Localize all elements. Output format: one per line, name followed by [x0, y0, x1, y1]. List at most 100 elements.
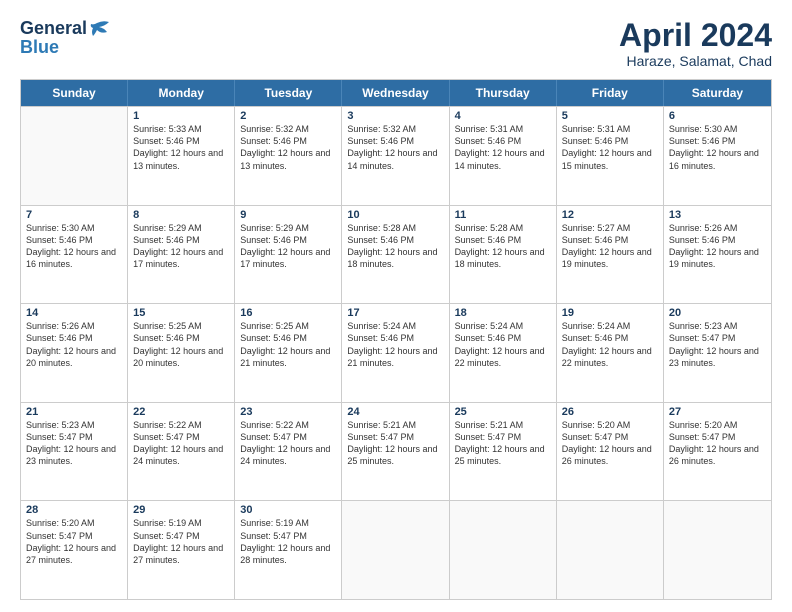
cell-info: Sunrise: 5:30 AMSunset: 5:46 PMDaylight:…: [26, 222, 122, 271]
day-number: 17: [347, 307, 443, 319]
calendar-cell: 28Sunrise: 5:20 AMSunset: 5:47 PMDayligh…: [21, 501, 128, 599]
calendar-header: SundayMondayTuesdayWednesdayThursdayFrid…: [21, 80, 771, 106]
cell-info: Sunrise: 5:21 AMSunset: 5:47 PMDaylight:…: [347, 419, 443, 468]
calendar-cell: 26Sunrise: 5:20 AMSunset: 5:47 PMDayligh…: [557, 403, 664, 501]
day-number: 19: [562, 307, 658, 319]
cell-info: Sunrise: 5:31 AMSunset: 5:46 PMDaylight:…: [562, 123, 658, 172]
calendar-cell: 14Sunrise: 5:26 AMSunset: 5:46 PMDayligh…: [21, 304, 128, 402]
calendar-cell: 23Sunrise: 5:22 AMSunset: 5:47 PMDayligh…: [235, 403, 342, 501]
cell-info: Sunrise: 5:19 AMSunset: 5:47 PMDaylight:…: [240, 517, 336, 566]
day-number: 22: [133, 406, 229, 418]
calendar-cell: 8Sunrise: 5:29 AMSunset: 5:46 PMDaylight…: [128, 206, 235, 304]
subtitle: Haraze, Salamat, Chad: [619, 53, 772, 69]
day-number: 12: [562, 209, 658, 221]
day-number: 24: [347, 406, 443, 418]
day-number: 8: [133, 209, 229, 221]
header-day-saturday: Saturday: [664, 80, 771, 106]
day-number: 2: [240, 110, 336, 122]
header-day-sunday: Sunday: [21, 80, 128, 106]
calendar-cell: 4Sunrise: 5:31 AMSunset: 5:46 PMDaylight…: [450, 107, 557, 205]
calendar-cell: 20Sunrise: 5:23 AMSunset: 5:47 PMDayligh…: [664, 304, 771, 402]
calendar-cell: 21Sunrise: 5:23 AMSunset: 5:47 PMDayligh…: [21, 403, 128, 501]
calendar-body: 1Sunrise: 5:33 AMSunset: 5:46 PMDaylight…: [21, 106, 771, 599]
cell-info: Sunrise: 5:20 AMSunset: 5:47 PMDaylight:…: [26, 517, 122, 566]
day-number: 15: [133, 307, 229, 319]
calendar-row-4: 28Sunrise: 5:20 AMSunset: 5:47 PMDayligh…: [21, 500, 771, 599]
calendar-cell: 10Sunrise: 5:28 AMSunset: 5:46 PMDayligh…: [342, 206, 449, 304]
day-number: 29: [133, 504, 229, 516]
cell-info: Sunrise: 5:26 AMSunset: 5:46 PMDaylight:…: [669, 222, 766, 271]
cell-info: Sunrise: 5:24 AMSunset: 5:46 PMDaylight:…: [562, 320, 658, 369]
logo-blue: Blue: [20, 37, 59, 58]
header-day-friday: Friday: [557, 80, 664, 106]
calendar-cell: 17Sunrise: 5:24 AMSunset: 5:46 PMDayligh…: [342, 304, 449, 402]
calendar: SundayMondayTuesdayWednesdayThursdayFrid…: [20, 79, 772, 600]
cell-info: Sunrise: 5:30 AMSunset: 5:46 PMDaylight:…: [669, 123, 766, 172]
calendar-cell: 24Sunrise: 5:21 AMSunset: 5:47 PMDayligh…: [342, 403, 449, 501]
day-number: 23: [240, 406, 336, 418]
cell-info: Sunrise: 5:28 AMSunset: 5:46 PMDaylight:…: [455, 222, 551, 271]
page: General Blue April 2024 Haraze, Salamat,…: [0, 0, 792, 612]
calendar-row-1: 7Sunrise: 5:30 AMSunset: 5:46 PMDaylight…: [21, 205, 771, 304]
day-number: 13: [669, 209, 766, 221]
logo-bird-icon: [89, 20, 111, 38]
cell-info: Sunrise: 5:23 AMSunset: 5:47 PMDaylight:…: [26, 419, 122, 468]
logo-general: General: [20, 18, 87, 39]
day-number: 30: [240, 504, 336, 516]
cell-info: Sunrise: 5:32 AMSunset: 5:46 PMDaylight:…: [347, 123, 443, 172]
calendar-cell: 18Sunrise: 5:24 AMSunset: 5:46 PMDayligh…: [450, 304, 557, 402]
day-number: 25: [455, 406, 551, 418]
cell-info: Sunrise: 5:24 AMSunset: 5:46 PMDaylight:…: [347, 320, 443, 369]
cell-info: Sunrise: 5:31 AMSunset: 5:46 PMDaylight:…: [455, 123, 551, 172]
calendar-cell: 13Sunrise: 5:26 AMSunset: 5:46 PMDayligh…: [664, 206, 771, 304]
cell-info: Sunrise: 5:25 AMSunset: 5:46 PMDaylight:…: [133, 320, 229, 369]
calendar-cell: 2Sunrise: 5:32 AMSunset: 5:46 PMDaylight…: [235, 107, 342, 205]
cell-info: Sunrise: 5:27 AMSunset: 5:46 PMDaylight:…: [562, 222, 658, 271]
day-number: 1: [133, 110, 229, 122]
cell-info: Sunrise: 5:25 AMSunset: 5:46 PMDaylight:…: [240, 320, 336, 369]
calendar-cell: 5Sunrise: 5:31 AMSunset: 5:46 PMDaylight…: [557, 107, 664, 205]
day-number: 3: [347, 110, 443, 122]
cell-info: Sunrise: 5:23 AMSunset: 5:47 PMDaylight:…: [669, 320, 766, 369]
calendar-cell: 15Sunrise: 5:25 AMSunset: 5:46 PMDayligh…: [128, 304, 235, 402]
day-number: 28: [26, 504, 122, 516]
calendar-cell: 27Sunrise: 5:20 AMSunset: 5:47 PMDayligh…: [664, 403, 771, 501]
day-number: 21: [26, 406, 122, 418]
day-number: 18: [455, 307, 551, 319]
header-area: General Blue April 2024 Haraze, Salamat,…: [20, 18, 772, 69]
cell-info: Sunrise: 5:22 AMSunset: 5:47 PMDaylight:…: [240, 419, 336, 468]
cell-info: Sunrise: 5:20 AMSunset: 5:47 PMDaylight:…: [562, 419, 658, 468]
cell-info: Sunrise: 5:19 AMSunset: 5:47 PMDaylight:…: [133, 517, 229, 566]
header-day-thursday: Thursday: [450, 80, 557, 106]
cell-info: Sunrise: 5:22 AMSunset: 5:47 PMDaylight:…: [133, 419, 229, 468]
day-number: 10: [347, 209, 443, 221]
calendar-cell: [664, 501, 771, 599]
cell-info: Sunrise: 5:20 AMSunset: 5:47 PMDaylight:…: [669, 419, 766, 468]
day-number: 26: [562, 406, 658, 418]
calendar-row-0: 1Sunrise: 5:33 AMSunset: 5:46 PMDaylight…: [21, 106, 771, 205]
day-number: 4: [455, 110, 551, 122]
day-number: 6: [669, 110, 766, 122]
cell-info: Sunrise: 5:26 AMSunset: 5:46 PMDaylight:…: [26, 320, 122, 369]
calendar-cell: 11Sunrise: 5:28 AMSunset: 5:46 PMDayligh…: [450, 206, 557, 304]
day-number: 9: [240, 209, 336, 221]
cell-info: Sunrise: 5:32 AMSunset: 5:46 PMDaylight:…: [240, 123, 336, 172]
calendar-cell: 9Sunrise: 5:29 AMSunset: 5:46 PMDaylight…: [235, 206, 342, 304]
main-title: April 2024: [619, 18, 772, 53]
cell-info: Sunrise: 5:21 AMSunset: 5:47 PMDaylight:…: [455, 419, 551, 468]
calendar-cell: 30Sunrise: 5:19 AMSunset: 5:47 PMDayligh…: [235, 501, 342, 599]
cell-info: Sunrise: 5:24 AMSunset: 5:46 PMDaylight:…: [455, 320, 551, 369]
header-day-wednesday: Wednesday: [342, 80, 449, 106]
calendar-cell: 12Sunrise: 5:27 AMSunset: 5:46 PMDayligh…: [557, 206, 664, 304]
calendar-cell: 6Sunrise: 5:30 AMSunset: 5:46 PMDaylight…: [664, 107, 771, 205]
calendar-cell: 25Sunrise: 5:21 AMSunset: 5:47 PMDayligh…: [450, 403, 557, 501]
day-number: 11: [455, 209, 551, 221]
cell-info: Sunrise: 5:33 AMSunset: 5:46 PMDaylight:…: [133, 123, 229, 172]
day-number: 14: [26, 307, 122, 319]
calendar-cell: 7Sunrise: 5:30 AMSunset: 5:46 PMDaylight…: [21, 206, 128, 304]
calendar-cell: 19Sunrise: 5:24 AMSunset: 5:46 PMDayligh…: [557, 304, 664, 402]
header-day-tuesday: Tuesday: [235, 80, 342, 106]
day-number: 7: [26, 209, 122, 221]
cell-info: Sunrise: 5:29 AMSunset: 5:46 PMDaylight:…: [240, 222, 336, 271]
calendar-row-3: 21Sunrise: 5:23 AMSunset: 5:47 PMDayligh…: [21, 402, 771, 501]
